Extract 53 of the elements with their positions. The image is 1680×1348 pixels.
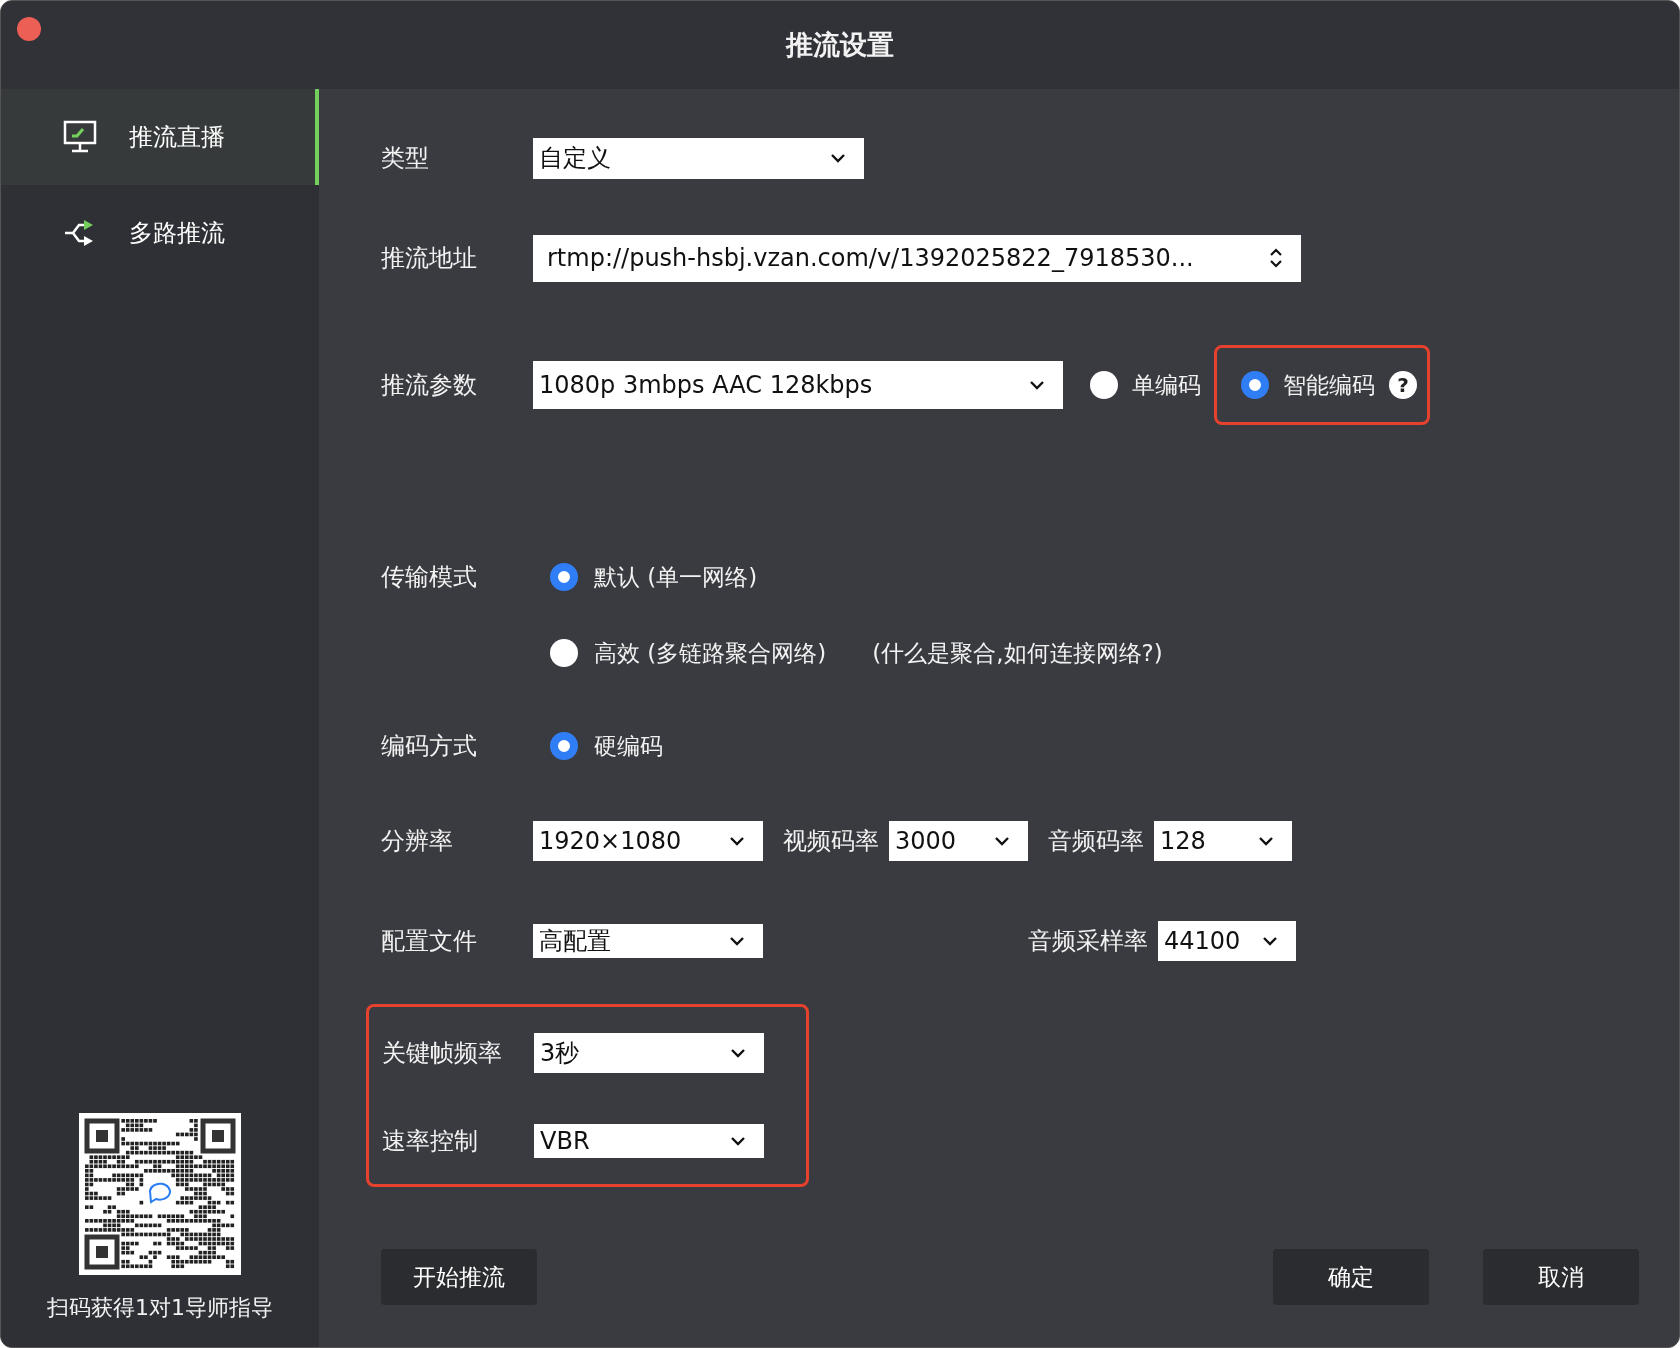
field-label: 推流地址 — [381, 243, 478, 274]
chevron-down-icon — [729, 936, 745, 946]
dialog-button[interactable]: 开始推流 — [381, 1249, 537, 1305]
help-icon[interactable]: ? — [1389, 371, 1417, 399]
radio-button[interactable] — [550, 639, 578, 667]
radio-label: 智能编码 — [1283, 370, 1375, 400]
field-label: 推流参数 — [381, 370, 478, 401]
chevron-down-icon — [1262, 936, 1278, 946]
field-label: 类型 — [381, 143, 430, 174]
field-label: 关键帧频率 — [382, 1037, 503, 1069]
chevron-down-icon — [730, 1136, 746, 1147]
dropdown[interactable]: 1080p 3mbps AAC 128kbps — [533, 361, 1063, 409]
monitor-icon — [63, 120, 97, 154]
url-field[interactable]: rtmp://push-hsbj.vzan.com/v/1392025822_7918530... — [533, 234, 1301, 282]
dialog-button[interactable]: 确定 — [1273, 1249, 1429, 1305]
field-label: 速率控制 — [382, 1126, 479, 1158]
radio-button[interactable] — [1090, 371, 1118, 399]
dropdown[interactable]: 44100 — [1158, 921, 1296, 961]
dropdown[interactable]: 128 — [1154, 821, 1292, 861]
chevron-down-icon — [1029, 380, 1045, 390]
sidebar-item[interactable]: 多路推流 — [1, 185, 319, 281]
radio-label: 单编码 — [1132, 370, 1201, 400]
stepper-icon — [1269, 247, 1283, 269]
chevron-down-icon — [1258, 836, 1274, 846]
chevron-down-icon — [994, 836, 1010, 846]
help-link[interactable]: (什么是聚合,如何连接网络?) — [872, 637, 1163, 669]
chevron-down-icon — [729, 836, 745, 846]
dropdown[interactable]: 高配置 — [533, 924, 763, 958]
radio-button[interactable] — [550, 732, 578, 760]
radio-label: 默认 (单一网络) — [594, 562, 758, 592]
field-label: 配置文件 — [381, 926, 478, 957]
radio-button[interactable] — [550, 563, 578, 591]
dropdown[interactable]: 3秒 — [534, 1032, 764, 1073]
field-label: 视频码率 — [783, 826, 879, 857]
field-label: 音频采样率 — [1028, 926, 1148, 957]
chevron-down-icon — [730, 1047, 746, 1058]
field-label: 编码方式 — [381, 731, 478, 762]
field-label: 分辨率 — [381, 826, 454, 857]
close-button[interactable] — [17, 17, 41, 41]
qr-caption: 扫码获得1对1导师指导 — [47, 1294, 273, 1322]
dropdown[interactable]: 3000 — [889, 821, 1028, 861]
dropdown[interactable]: 1920×1080 — [533, 821, 763, 861]
dropdown[interactable]: VBR — [534, 1124, 764, 1159]
chevron-down-icon — [830, 153, 846, 163]
radio-button[interactable] — [1241, 371, 1269, 399]
radio-label: 高效 (多链路聚合网络) — [594, 638, 827, 668]
field-label: 音频码率 — [1048, 826, 1144, 857]
sidebar-item[interactable]: 推流直播 — [1, 89, 319, 185]
field-label: 传输模式 — [381, 562, 478, 593]
window-title: 推流设置 — [786, 28, 894, 62]
dropdown[interactable]: 自定义 — [533, 137, 864, 179]
dialog-button[interactable]: 取消 — [1483, 1249, 1639, 1305]
radio-label: 硬编码 — [594, 731, 663, 761]
